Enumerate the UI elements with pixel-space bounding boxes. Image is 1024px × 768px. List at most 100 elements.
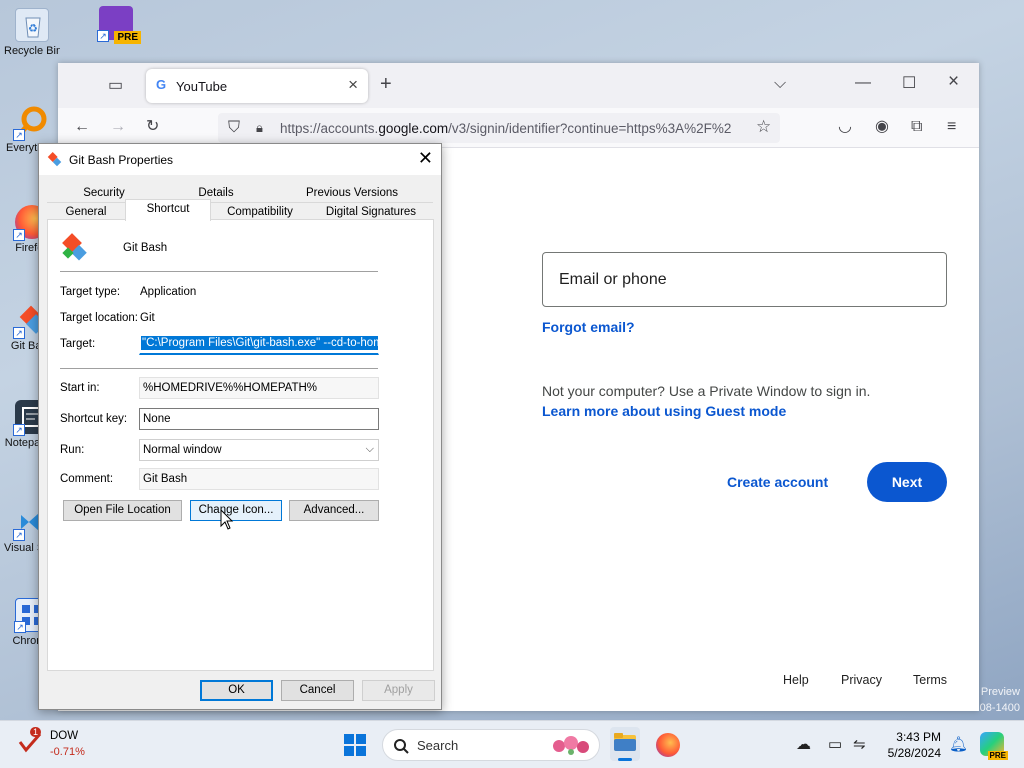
tab-title: YouTube xyxy=(176,79,228,94)
guest-mode-text: Not your computer? Use a Private Window … xyxy=(542,383,871,399)
url-bar[interactable]: ⛉ 🔒︎ https://accounts.google.com/v3/sign… xyxy=(218,113,780,143)
separator xyxy=(60,368,378,369)
active-indicator xyxy=(618,758,632,761)
tab-previous-versions[interactable]: Previous Versions xyxy=(271,184,433,202)
maximize-icon[interactable]: ☐ xyxy=(902,76,916,92)
app-name-label: Git Bash xyxy=(123,242,168,254)
cancel-button[interactable]: Cancel xyxy=(281,680,354,701)
target-location-label: Target location: xyxy=(60,312,138,324)
chevron-down-icon: ⌵ xyxy=(365,443,374,455)
footer-privacy-link[interactable]: Privacy xyxy=(841,673,882,687)
notification-bell-icon[interactable]: 🔔︎ xyxy=(949,737,968,753)
search-placeholder: Search xyxy=(417,738,459,753)
guest-mode-link[interactable]: Learn more about using Guest mode xyxy=(542,403,786,419)
stock-widget-icon[interactable]: 1 xyxy=(18,727,42,754)
visual-studio-icon: PRE ↗ xyxy=(97,6,141,44)
email-or-phone-input[interactable]: Email or phone xyxy=(542,252,947,307)
stock-badge: 1 xyxy=(30,727,42,737)
tab-close-icon[interactable]: × xyxy=(348,76,358,93)
run-select[interactable]: Normal window ⌵ xyxy=(139,439,379,461)
shield-icon[interactable]: ⛉ xyxy=(228,120,240,136)
firefox-taskbar-icon[interactable] xyxy=(656,733,680,757)
window-close-icon[interactable]: × xyxy=(948,72,959,91)
start-in-label: Start in: xyxy=(60,382,100,394)
clock-time[interactable]: 3:43 PM xyxy=(881,730,941,744)
lock-icon[interactable]: 🔒︎ xyxy=(256,120,263,136)
shortcut-arrow-icon: ↗ xyxy=(13,229,25,241)
bookmark-star-icon[interactable]: ☆ xyxy=(756,118,771,135)
change-icon-button[interactable]: Change Icon... xyxy=(190,500,282,521)
clock-date[interactable]: 5/28/2024 xyxy=(871,746,941,760)
start-in-field[interactable]: %HOMEDRIVE%%HOMEPATH% xyxy=(139,377,379,399)
target-value-selected: "C:\Program Files\Git\git-bash.exe" --cd… xyxy=(141,336,378,350)
pre-badge: PRE xyxy=(114,31,141,44)
network-volume-icon[interactable]: ⇋ xyxy=(853,737,866,753)
new-tab-icon[interactable]: + xyxy=(380,74,392,94)
reload-icon[interactable]: ↻ xyxy=(146,119,159,135)
open-file-location-button[interactable]: Open File Location xyxy=(63,500,182,521)
target-location-value: Git xyxy=(140,312,155,324)
footer-terms-link[interactable]: Terms xyxy=(913,673,947,687)
taskbar-search-box[interactable]: Search xyxy=(382,729,600,761)
windows-start-icon[interactable] xyxy=(344,734,366,756)
comment-field[interactable]: Git Bash xyxy=(139,468,379,490)
stock-change: -0.71% xyxy=(50,746,85,758)
flowers-decoration-icon xyxy=(553,736,589,755)
desktop-icon-recycle-bin[interactable]: ♻ Recycle Bin xyxy=(4,8,60,58)
shortcut-tab-panel: Git Bash Target type: Application Target… xyxy=(47,219,434,671)
mouse-cursor-icon xyxy=(220,509,234,530)
stock-name[interactable]: DOW xyxy=(50,730,78,742)
copilot-icon[interactable]: PRE xyxy=(980,732,1008,760)
shortcut-arrow-icon: ↗ xyxy=(14,621,26,633)
desktop-icon-visual-studio-preview[interactable]: PRE ↗ xyxy=(88,6,144,44)
forgot-email-link[interactable]: Forgot email? xyxy=(542,319,635,335)
extensions-icon[interactable]: ⧉ xyxy=(911,119,922,135)
firefox-view-icon[interactable]: ▭ xyxy=(108,78,123,94)
target-type-value: Application xyxy=(140,286,197,298)
dialog-title-bar: Git Bash Properties ✕ xyxy=(39,144,441,175)
shortcut-arrow-icon: ↗ xyxy=(97,30,109,42)
git-bash-icon xyxy=(47,152,62,167)
git-bash-large-icon xyxy=(62,233,87,261)
git-bash-properties-dialog: Git Bash Properties ✕ Security Details P… xyxy=(38,143,442,710)
tab-shortcut[interactable]: Shortcut xyxy=(125,199,211,221)
ok-button[interactable]: OK xyxy=(200,680,273,701)
magnifier-icon: ↗ xyxy=(13,105,49,141)
account-icon[interactable]: ◉ xyxy=(875,119,889,135)
back-icon[interactable]: ← xyxy=(74,119,90,135)
shortcut-arrow-icon: ↗ xyxy=(13,327,25,339)
folder-icon xyxy=(614,733,636,751)
desktop-watermark-preview: Preview xyxy=(980,686,1020,698)
menu-hamburger-icon[interactable]: ≡ xyxy=(947,119,956,135)
display-icon[interactable]: ▭ xyxy=(828,737,842,753)
dialog-close-icon[interactable]: ✕ xyxy=(418,148,433,168)
target-type-label: Target type: xyxy=(60,286,121,298)
target-field[interactable]: "C:\Program Files\Git\git-bash.exe" --cd… xyxy=(139,333,379,355)
tab-compatibility[interactable]: Compatibility xyxy=(211,202,309,220)
tab-digital-signatures[interactable]: Digital Signatures xyxy=(309,202,433,220)
footer-help-link[interactable]: Help xyxy=(783,673,809,687)
pocket-icon[interactable]: ◡ xyxy=(838,119,852,135)
shortcut-arrow-icon: ↗ xyxy=(13,529,25,541)
desktop-icon-label: Recycle Bin xyxy=(4,45,60,57)
minimize-icon[interactable]: — xyxy=(855,75,871,91)
onedrive-icon[interactable]: ☁ xyxy=(796,737,811,753)
dialog-title: Git Bash Properties xyxy=(69,153,174,167)
run-label: Run: xyxy=(60,444,85,456)
create-account-button[interactable]: Create account xyxy=(727,474,828,490)
url-text: https://accounts.google.com/v3/signin/id… xyxy=(280,121,732,136)
forward-icon[interactable]: → xyxy=(110,119,126,135)
taskbar: 1 DOW -0.71% Search ☁ ▭ ⇋ 3:43 PM 5/28/2… xyxy=(0,720,1024,768)
shortcut-key-label: Shortcut key: xyxy=(60,413,128,425)
tab-general[interactable]: General xyxy=(47,202,125,220)
next-button[interactable]: Next xyxy=(867,462,947,502)
tab-youtube[interactable]: G YouTube × xyxy=(146,69,368,103)
list-tabs-chevron-icon[interactable]: ⌵ xyxy=(774,76,786,92)
file-explorer-taskbar-button[interactable] xyxy=(610,727,640,761)
search-icon xyxy=(394,739,409,754)
advanced-button[interactable]: Advanced... xyxy=(289,500,379,521)
shortcut-key-field[interactable]: None xyxy=(139,408,379,430)
desktop-watermark-build: 08-1400 xyxy=(979,702,1020,714)
svg-text:♻: ♻ xyxy=(28,23,38,35)
apply-button[interactable]: Apply xyxy=(362,680,435,701)
